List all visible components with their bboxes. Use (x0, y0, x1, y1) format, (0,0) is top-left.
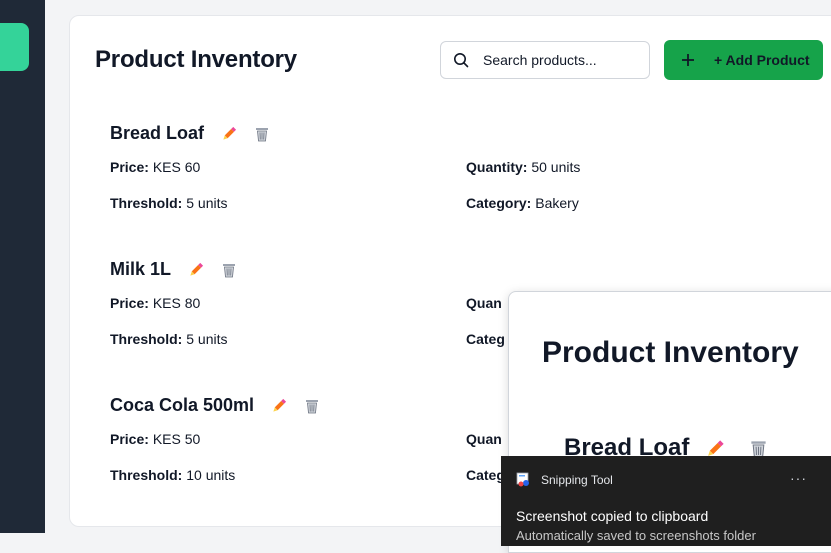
search-box[interactable] (440, 41, 650, 79)
threshold-label: Threshold: (110, 467, 182, 483)
toast-message: Screenshot copied to clipboard (516, 508, 708, 524)
category-field: Category: Bakery (466, 195, 579, 211)
quantity-label: Quantity: (466, 159, 527, 175)
threshold-value: 10 units (186, 467, 235, 483)
snipping-tool-icon (516, 472, 532, 488)
toast-submessage: Automatically saved to screenshots folde… (516, 528, 756, 543)
threshold-field: Threshold: 10 units (110, 467, 235, 483)
price-label: Price: (110, 159, 149, 175)
price-field: Price: KES 50 (110, 431, 200, 447)
price-value: KES 80 (153, 295, 200, 311)
pencil-icon[interactable] (270, 397, 288, 415)
threshold-value: 5 units (186, 331, 227, 347)
category-label: Category: (466, 195, 531, 211)
product-name: Coca Cola 500ml (110, 395, 254, 416)
threshold-label: Threshold: (110, 331, 182, 347)
product-item: Bread Loaf Price: KES 60 Quantity: 50 un… (110, 123, 830, 233)
toast-app-name: Snipping Tool (541, 473, 613, 487)
trash-icon[interactable] (254, 126, 270, 142)
price-value: KES 60 (153, 159, 200, 175)
threshold-field: Threshold: 5 units (110, 195, 227, 211)
preview-title: Product Inventory (542, 336, 799, 370)
toast-app-header: Snipping Tool (516, 472, 613, 488)
price-value: KES 50 (153, 431, 200, 447)
price-label: Price: (110, 295, 149, 311)
quantity-field: Quan (466, 431, 502, 447)
pencil-icon[interactable] (220, 125, 238, 143)
search-icon (453, 52, 469, 68)
price-label: Price: (110, 431, 149, 447)
price-field: Price: KES 80 (110, 295, 200, 311)
search-input[interactable] (481, 51, 635, 69)
price-field: Price: KES 60 (110, 159, 200, 175)
category-field: Categ (466, 331, 505, 347)
quantity-field: Quan (466, 295, 502, 311)
category-value: Bakery (535, 195, 579, 211)
product-name: Bread Loaf (110, 123, 204, 144)
pencil-icon[interactable] (187, 261, 205, 279)
threshold-field: Threshold: 5 units (110, 331, 227, 347)
quantity-label: Quan (466, 431, 502, 447)
more-options-button[interactable]: ··· (790, 470, 807, 486)
category-field: Categ (466, 467, 505, 483)
sidebar (0, 0, 45, 533)
page-title: Product Inventory (95, 46, 297, 74)
trash-icon[interactable] (304, 398, 320, 414)
trash-icon[interactable] (221, 262, 237, 278)
plus-icon (680, 52, 696, 68)
sidebar-active-item[interactable] (0, 23, 29, 71)
add-product-label: + Add Product (714, 52, 810, 68)
quantity-value: 50 units (531, 159, 580, 175)
threshold-value: 5 units (186, 195, 227, 211)
add-product-button[interactable]: + Add Product (664, 40, 823, 80)
quantity-field: Quantity: 50 units (466, 159, 580, 175)
category-label: Categ (466, 331, 505, 347)
quantity-label: Quan (466, 295, 502, 311)
product-name: Milk 1L (110, 259, 171, 280)
threshold-label: Threshold: (110, 195, 182, 211)
category-label: Categ (466, 467, 505, 483)
